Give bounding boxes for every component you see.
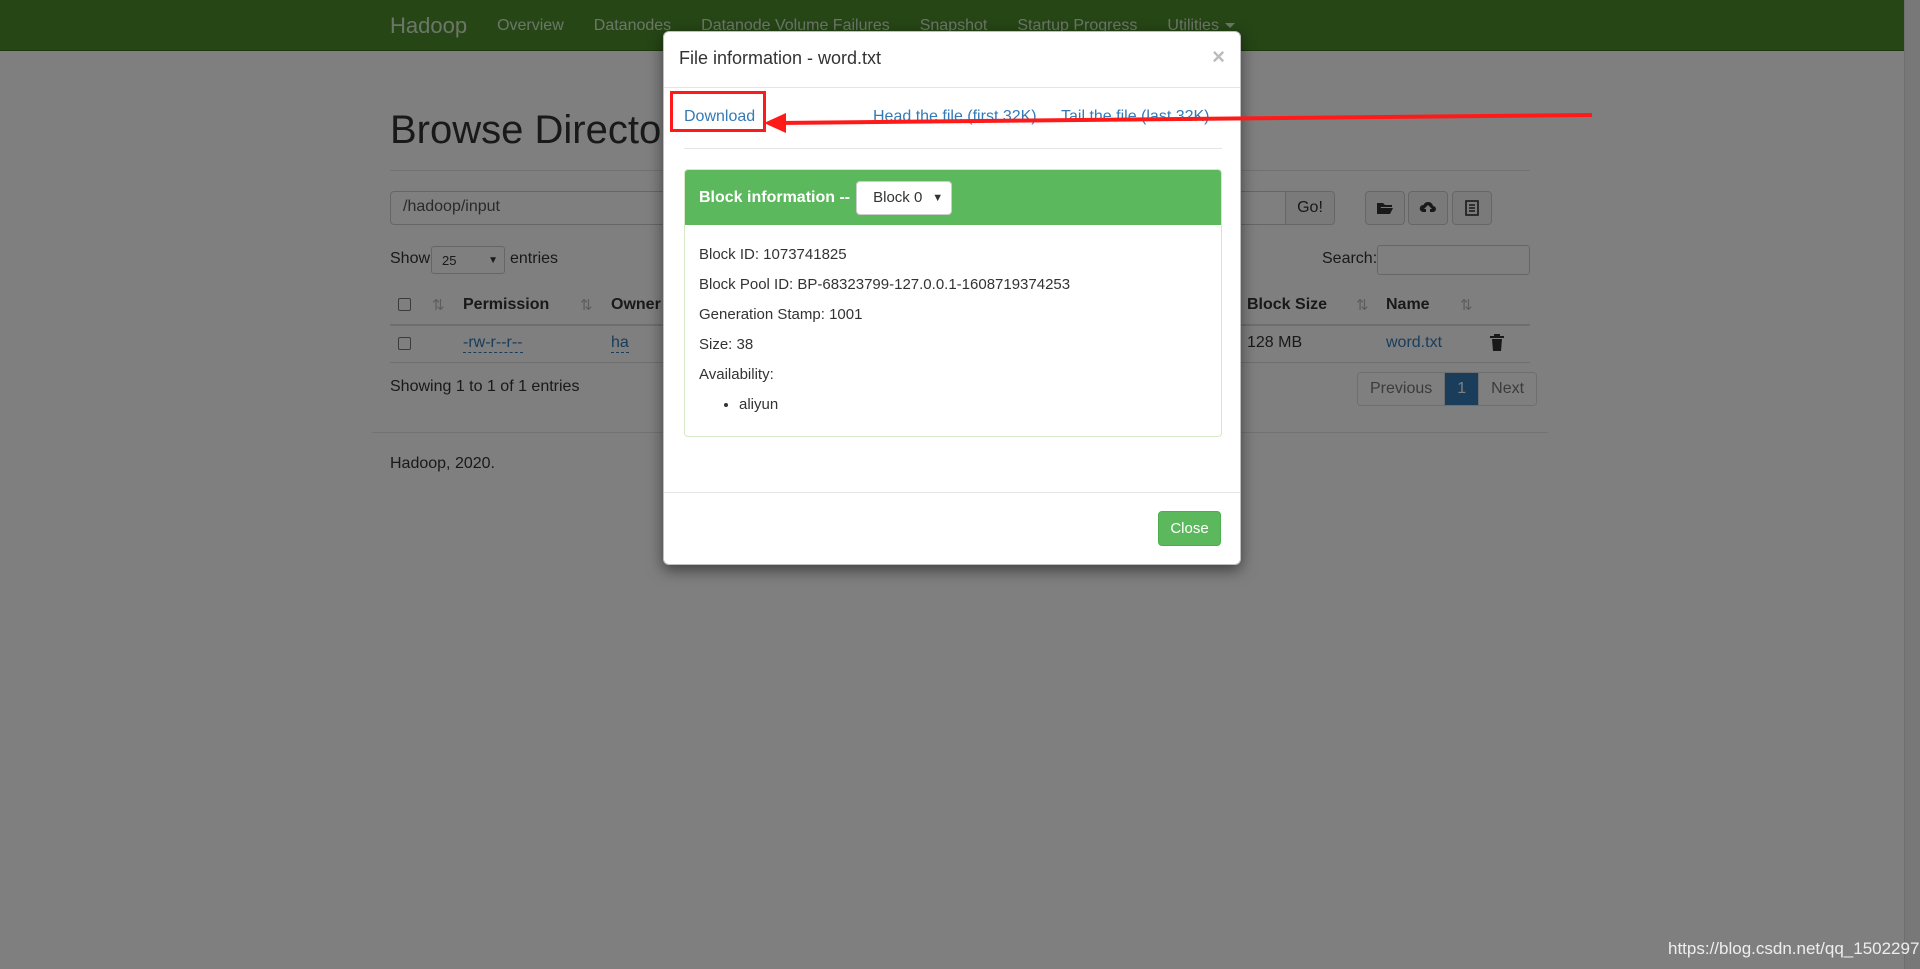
modal-title: File information - word.txt bbox=[679, 48, 882, 68]
block-panel-heading: Block information -- Block 0 ▼ bbox=[685, 170, 1221, 225]
tail-file-link[interactable]: Tail the file (last 32K) bbox=[1061, 108, 1210, 126]
availability-list: aliyun bbox=[739, 390, 1070, 420]
watermark-text: https://blog.csdn.net/qq_1502297 bbox=[1668, 939, 1920, 958]
generation-stamp: Generation Stamp: 1001 bbox=[699, 306, 863, 323]
close-button[interactable]: Close bbox=[1158, 511, 1221, 546]
availability-item: aliyun bbox=[739, 390, 1070, 420]
block-id: Block ID: 1073741825 bbox=[699, 246, 847, 263]
block-pool-id: Block Pool ID: BP-68323799-127.0.0.1-160… bbox=[699, 276, 1071, 293]
block-panel-body: Block ID: 1073741825 Block Pool ID: BP-6… bbox=[699, 240, 1070, 420]
block-size: Size: 38 bbox=[699, 336, 754, 353]
download-highlight-box bbox=[670, 91, 766, 132]
links-divider bbox=[684, 148, 1222, 149]
availability-label: Availability: bbox=[699, 366, 774, 383]
head-file-link[interactable]: Head the file (first 32K) bbox=[873, 108, 1037, 126]
block-select-value: Block 0 bbox=[873, 189, 923, 206]
block-select[interactable]: Block 0 ▼ bbox=[856, 180, 953, 215]
close-icon[interactable]: × bbox=[1212, 44, 1225, 70]
modal-header-divider bbox=[664, 87, 1240, 88]
block-info-label: Block information -- bbox=[699, 188, 851, 206]
block-information-panel: Block information -- Block 0 ▼ Block ID:… bbox=[684, 169, 1222, 437]
chevron-down-icon: ▼ bbox=[932, 191, 944, 204]
modal-footer-divider bbox=[664, 492, 1240, 493]
